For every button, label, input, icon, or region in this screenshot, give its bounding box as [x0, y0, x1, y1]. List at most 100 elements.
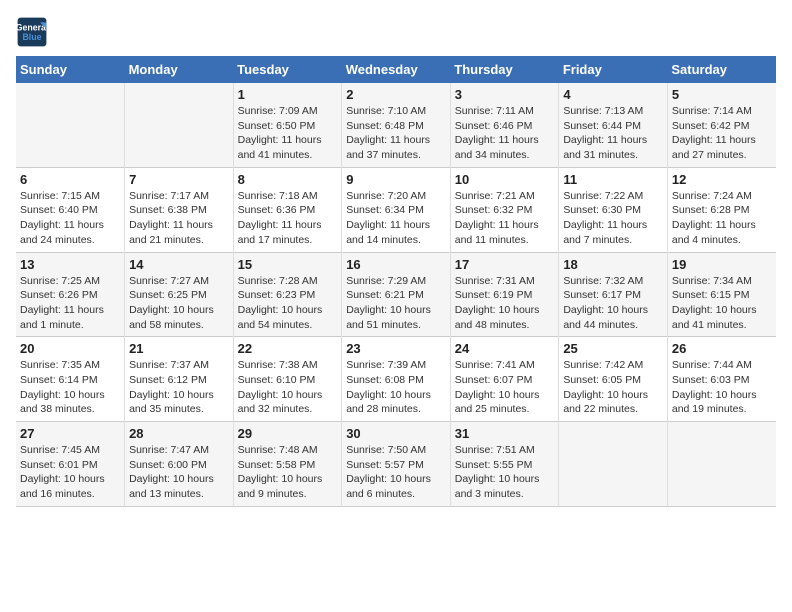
day-info: Sunrise: 7:09 AMSunset: 6:50 PMDaylight:… — [238, 104, 338, 163]
day-info: Sunrise: 7:11 AMSunset: 6:46 PMDaylight:… — [455, 104, 555, 163]
calendar-cell: 11 Sunrise: 7:22 AMSunset: 6:30 PMDayligh… — [559, 167, 668, 252]
day-info: Sunrise: 7:47 AMSunset: 6:00 PMDaylight:… — [129, 443, 229, 502]
weekday-header-thursday: Thursday — [450, 56, 559, 83]
calendar-cell: 22 Sunrise: 7:38 AMSunset: 6:10 PMDayligh… — [233, 337, 342, 422]
calendar-week-row: 27 Sunrise: 7:45 AMSunset: 6:01 PMDayligh… — [16, 422, 776, 507]
day-info: Sunrise: 7:18 AMSunset: 6:36 PMDaylight:… — [238, 189, 338, 248]
day-number: 6 — [20, 172, 120, 187]
calendar-cell: 1 Sunrise: 7:09 AMSunset: 6:50 PMDaylight… — [233, 83, 342, 167]
day-number: 29 — [238, 426, 338, 441]
calendar-cell: 31Sunrise: 7:51 AMSunset: 5:55 PMDayligh… — [450, 422, 559, 507]
day-number: 26 — [672, 341, 772, 356]
day-number: 15 — [238, 257, 338, 272]
calendar-cell: 15 Sunrise: 7:28 AMSunset: 6:23 PMDayligh… — [233, 252, 342, 337]
day-number: 10 — [455, 172, 555, 187]
calendar-cell: 5 Sunrise: 7:14 AMSunset: 6:42 PMDaylight… — [667, 83, 776, 167]
day-number: 12 — [672, 172, 772, 187]
day-info: Sunrise: 7:28 AMSunset: 6:23 PMDaylight:… — [238, 274, 338, 333]
day-info: Sunrise: 7:13 AMSunset: 6:44 PMDaylight:… — [563, 104, 663, 163]
logo: General Blue — [16, 16, 52, 48]
day-number: 7 — [129, 172, 229, 187]
day-info: Sunrise: 7:17 AMSunset: 6:38 PMDaylight:… — [129, 189, 229, 248]
calendar-cell: 17 Sunrise: 7:31 AMSunset: 6:19 PMDayligh… — [450, 252, 559, 337]
day-info: Sunrise: 7:38 AMSunset: 6:10 PMDaylight:… — [238, 358, 338, 417]
calendar-cell — [16, 83, 125, 167]
weekday-header-wednesday: Wednesday — [342, 56, 451, 83]
day-info: Sunrise: 7:27 AMSunset: 6:25 PMDaylight:… — [129, 274, 229, 333]
day-info: Sunrise: 7:51 AMSunset: 5:55 PMDaylight:… — [455, 443, 555, 502]
calendar-cell: 4 Sunrise: 7:13 AMSunset: 6:44 PMDaylight… — [559, 83, 668, 167]
calendar-week-row: 20 Sunrise: 7:35 AMSunset: 6:14 PMDayligh… — [16, 337, 776, 422]
day-number: 20 — [20, 341, 120, 356]
calendar-cell: 9Sunrise: 7:20 AMSunset: 6:34 PMDaylight… — [342, 167, 451, 252]
day-info: Sunrise: 7:22 AMSunset: 6:30 PMDaylight:… — [563, 189, 663, 248]
calendar-cell: 3 Sunrise: 7:11 AMSunset: 6:46 PMDaylight… — [450, 83, 559, 167]
day-info: Sunrise: 7:50 AMSunset: 5:57 PMDaylight:… — [346, 443, 446, 502]
calendar-cell: 14 Sunrise: 7:27 AMSunset: 6:25 PMDayligh… — [125, 252, 234, 337]
day-number: 28 — [129, 426, 229, 441]
day-info: Sunrise: 7:41 AMSunset: 6:07 PMDaylight:… — [455, 358, 555, 417]
day-info: Sunrise: 7:35 AMSunset: 6:14 PMDaylight:… — [20, 358, 120, 417]
day-number: 16 — [346, 257, 446, 272]
day-number: 18 — [563, 257, 663, 272]
calendar-cell: 23Sunrise: 7:39 AMSunset: 6:08 PMDayligh… — [342, 337, 451, 422]
day-info: Sunrise: 7:31 AMSunset: 6:19 PMDaylight:… — [455, 274, 555, 333]
day-info: Sunrise: 7:42 AMSunset: 6:05 PMDaylight:… — [563, 358, 663, 417]
day-info: Sunrise: 7:32 AMSunset: 6:17 PMDaylight:… — [563, 274, 663, 333]
calendar-cell — [559, 422, 668, 507]
day-number: 22 — [238, 341, 338, 356]
day-number: 30 — [346, 426, 446, 441]
day-number: 4 — [563, 87, 663, 102]
calendar-week-row: 13Sunrise: 7:25 AMSunset: 6:26 PMDayligh… — [16, 252, 776, 337]
calendar-cell: 20 Sunrise: 7:35 AMSunset: 6:14 PMDayligh… — [16, 337, 125, 422]
day-info: Sunrise: 7:10 AMSunset: 6:48 PMDaylight:… — [346, 104, 446, 163]
day-number: 19 — [672, 257, 772, 272]
calendar-cell: 13Sunrise: 7:25 AMSunset: 6:26 PMDayligh… — [16, 252, 125, 337]
weekday-header-monday: Monday — [125, 56, 234, 83]
calendar-cell: 24 Sunrise: 7:41 AMSunset: 6:07 PMDayligh… — [450, 337, 559, 422]
day-info: Sunrise: 7:21 AMSunset: 6:32 PMDaylight:… — [455, 189, 555, 248]
day-number: 11 — [563, 172, 663, 187]
calendar-cell: 8Sunrise: 7:18 AMSunset: 6:36 PMDaylight… — [233, 167, 342, 252]
day-info: Sunrise: 7:45 AMSunset: 6:01 PMDaylight:… — [20, 443, 120, 502]
calendar-week-row: 1 Sunrise: 7:09 AMSunset: 6:50 PMDaylight… — [16, 83, 776, 167]
day-number: 2 — [346, 87, 446, 102]
calendar-week-row: 6 Sunrise: 7:15 AMSunset: 6:40 PMDaylight… — [16, 167, 776, 252]
calendar-cell: 7 Sunrise: 7:17 AMSunset: 6:38 PMDaylight… — [125, 167, 234, 252]
day-number: 24 — [455, 341, 555, 356]
calendar-cell: 12 Sunrise: 7:24 AMSunset: 6:28 PMDayligh… — [667, 167, 776, 252]
weekday-header-sunday: Sunday — [16, 56, 125, 83]
day-info: Sunrise: 7:15 AMSunset: 6:40 PMDaylight:… — [20, 189, 120, 248]
day-info: Sunrise: 7:24 AMSunset: 6:28 PMDaylight:… — [672, 189, 772, 248]
day-info: Sunrise: 7:39 AMSunset: 6:08 PMDaylight:… — [346, 358, 446, 417]
calendar-cell: 16 Sunrise: 7:29 AMSunset: 6:21 PMDayligh… — [342, 252, 451, 337]
calendar-cell — [125, 83, 234, 167]
day-number: 3 — [455, 87, 555, 102]
day-info: Sunrise: 7:44 AMSunset: 6:03 PMDaylight:… — [672, 358, 772, 417]
calendar-cell: 30 Sunrise: 7:50 AMSunset: 5:57 PMDayligh… — [342, 422, 451, 507]
calendar-cell: 18 Sunrise: 7:32 AMSunset: 6:17 PMDayligh… — [559, 252, 668, 337]
calendar-cell: 29Sunrise: 7:48 AMSunset: 5:58 PMDayligh… — [233, 422, 342, 507]
day-number: 1 — [238, 87, 338, 102]
calendar-cell: 27 Sunrise: 7:45 AMSunset: 6:01 PMDayligh… — [16, 422, 125, 507]
calendar-cell: 28 Sunrise: 7:47 AMSunset: 6:00 PMDayligh… — [125, 422, 234, 507]
svg-text:Blue: Blue — [22, 32, 41, 42]
day-number: 17 — [455, 257, 555, 272]
weekday-header-row: SundayMondayTuesdayWednesdayThursdayFrid… — [16, 56, 776, 83]
calendar-cell: 2 Sunrise: 7:10 AMSunset: 6:48 PMDaylight… — [342, 83, 451, 167]
day-info: Sunrise: 7:29 AMSunset: 6:21 PMDaylight:… — [346, 274, 446, 333]
weekday-header-friday: Friday — [559, 56, 668, 83]
day-info: Sunrise: 7:14 AMSunset: 6:42 PMDaylight:… — [672, 104, 772, 163]
page-header: General Blue — [16, 16, 776, 48]
logo-icon: General Blue — [16, 16, 48, 48]
calendar-cell: 25Sunrise: 7:42 AMSunset: 6:05 PMDayligh… — [559, 337, 668, 422]
day-number: 14 — [129, 257, 229, 272]
calendar-cell: 19 Sunrise: 7:34 AMSunset: 6:15 PMDayligh… — [667, 252, 776, 337]
calendar-cell: 26 Sunrise: 7:44 AMSunset: 6:03 PMDayligh… — [667, 337, 776, 422]
calendar-cell: 21Sunrise: 7:37 AMSunset: 6:12 PMDayligh… — [125, 337, 234, 422]
calendar-cell: 6 Sunrise: 7:15 AMSunset: 6:40 PMDaylight… — [16, 167, 125, 252]
day-info: Sunrise: 7:20 AMSunset: 6:34 PMDaylight:… — [346, 189, 446, 248]
day-info: Sunrise: 7:34 AMSunset: 6:15 PMDaylight:… — [672, 274, 772, 333]
day-number: 5 — [672, 87, 772, 102]
day-number: 27 — [20, 426, 120, 441]
